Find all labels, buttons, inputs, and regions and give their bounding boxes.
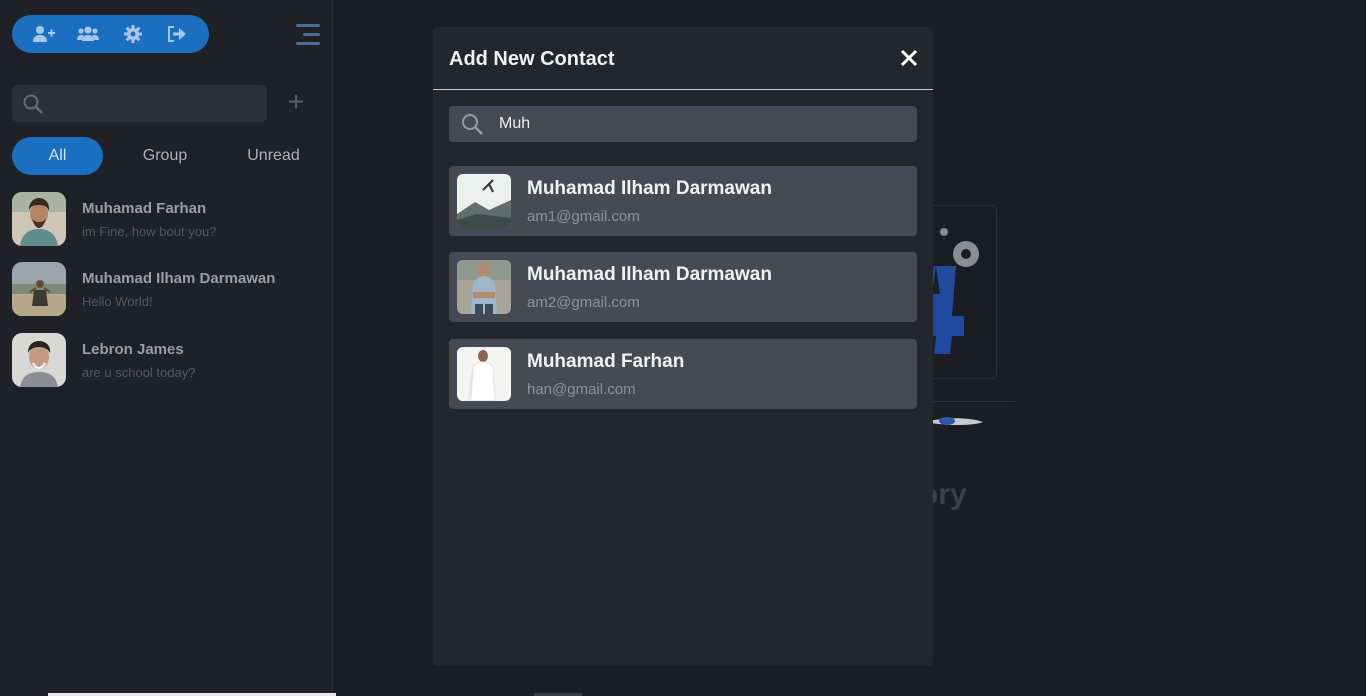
contact-search	[449, 106, 917, 142]
chat-last-message: are u school today?	[82, 364, 196, 380]
illustration-divider	[930, 401, 1015, 402]
avatar	[457, 260, 511, 314]
contact-name: Muhamad Ilham Darmawan	[527, 263, 772, 285]
avatar	[12, 192, 66, 246]
search-icon	[462, 114, 483, 135]
add-contact-button[interactable]	[31, 21, 57, 47]
contact-email: am2@gmail.com	[527, 293, 640, 311]
modal-title: Add New Contact	[449, 48, 615, 70]
contact-search-input[interactable]	[497, 114, 901, 134]
chat-name: Muhamad Farhan	[82, 199, 207, 217]
hamburger-menu-icon[interactable]	[296, 24, 320, 46]
avatar	[12, 333, 66, 387]
modal-header: Add New Contact	[433, 27, 933, 90]
contact-email: han@gmail.com	[527, 380, 636, 398]
avatar	[12, 262, 66, 316]
logout-button[interactable]	[164, 21, 190, 47]
groups-button[interactable]	[75, 21, 101, 47]
contact-email: am1@gmail.com	[527, 207, 640, 225]
chat-list-item[interactable]: Muhamad Farhan im Fine, how bout you?	[12, 191, 322, 247]
add-user-icon	[33, 26, 56, 42]
avatar	[457, 347, 511, 401]
logout-icon	[167, 26, 186, 42]
contact-result-item[interactable]: Muhamad Ilham Darmawan am1@gmail.com	[449, 166, 917, 236]
contact-name: Muhamad Farhan	[527, 350, 685, 372]
chat-name: Muhamad Ilham Darmawan	[82, 269, 276, 287]
chat-name: Lebron James	[82, 340, 184, 358]
illustration-plane	[925, 412, 985, 435]
tab-unread[interactable]: Unread	[227, 137, 320, 175]
chat-filter-tabs: All Group Unread	[12, 137, 320, 175]
sidebar-search	[12, 85, 267, 122]
settings-button[interactable]	[120, 21, 146, 47]
add-contact-modal: Add New Contact Muhamad Ilham Darmawan a…	[433, 27, 933, 666]
chat-last-message: Hello World!	[82, 293, 153, 309]
add-chat-button[interactable]: +	[284, 88, 308, 116]
search-icon	[23, 94, 43, 114]
sidebar: + All Group Unread Muhamad Farhan im Fin…	[0, 0, 333, 696]
group-icon	[77, 26, 100, 41]
gear-icon	[123, 25, 142, 43]
contact-result-item[interactable]: Muhamad Farhan han@gmail.com	[449, 339, 917, 409]
contact-name: Muhamad Ilham Darmawan	[527, 177, 772, 199]
tab-group[interactable]: Group	[103, 137, 227, 175]
chat-list-item[interactable]: Muhamad Ilham Darmawan Hello World!	[12, 261, 322, 317]
tab-all[interactable]: All	[12, 137, 103, 175]
avatar	[457, 174, 511, 228]
contact-result-item[interactable]: Muhamad Ilham Darmawan am2@gmail.com	[449, 252, 917, 322]
sidebar-search-input[interactable]	[51, 94, 245, 113]
chat-last-message: im Fine, how bout you?	[82, 223, 217, 239]
close-icon[interactable]	[900, 49, 918, 67]
sidebar-toolbar	[12, 15, 209, 53]
chat-list-item[interactable]: Lebron James are u school today?	[12, 332, 322, 388]
